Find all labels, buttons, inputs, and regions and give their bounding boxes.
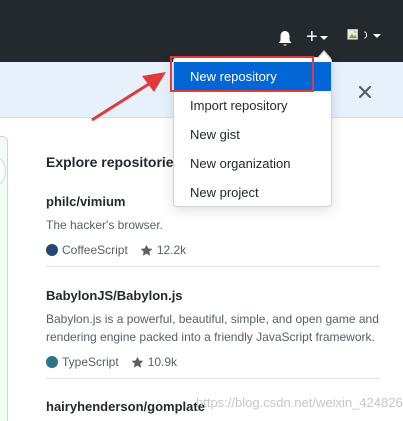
watermark-text: https://blog.csdn.net/weixin_42482608 [196,395,403,410]
top-header: + [0,0,403,62]
close-icon[interactable] [358,85,372,99]
menu-item-new-gist[interactable]: New gist [174,120,331,149]
repo-stars[interactable]: 10.9k [148,355,177,369]
menu-item-new-project[interactable]: New project [174,178,331,207]
divider [46,378,380,379]
star-icon[interactable] [131,356,144,369]
repo-language: CoffeeScript [62,243,128,257]
menu-item-import-repository[interactable]: Import repository [174,91,331,120]
repo-language: TypeScript [62,355,119,369]
repo-meta: CoffeeScript 12.2k [46,243,382,257]
repo-description: Babylon.js is a powerful, beautiful, sim… [46,312,379,344]
plus-icon: + [306,26,318,48]
repo-item: BabylonJS/Babylon.js Babylon.js is a pow… [46,288,382,369]
star-icon[interactable] [140,244,153,257]
create-dropdown-menu: New repository Import repository New gis… [173,50,332,207]
repo-stars[interactable]: 12.2k [157,243,186,257]
bell-icon[interactable] [277,30,293,48]
create-new-button[interactable]: + [306,26,334,48]
menu-item-new-repository[interactable]: New repository [174,62,331,91]
language-color-dot [46,356,58,368]
language-color-dot [46,244,58,256]
chevron-down-icon [319,36,328,40]
menu-item-new-organization[interactable]: New organization [174,149,331,178]
user-menu-button[interactable] [347,24,381,46]
explore-title: Explore repositories [46,154,182,170]
chevron-down-icon [373,34,381,38]
repo-name-link[interactable]: BabylonJS/Babylon.js [46,288,382,303]
repo-meta: TypeScript 10.9k [46,355,382,369]
avatar-icon [347,29,358,40]
broken-image-icon [363,31,367,39]
repo-description: The hacker's browser. [46,218,164,232]
divider [46,266,380,267]
